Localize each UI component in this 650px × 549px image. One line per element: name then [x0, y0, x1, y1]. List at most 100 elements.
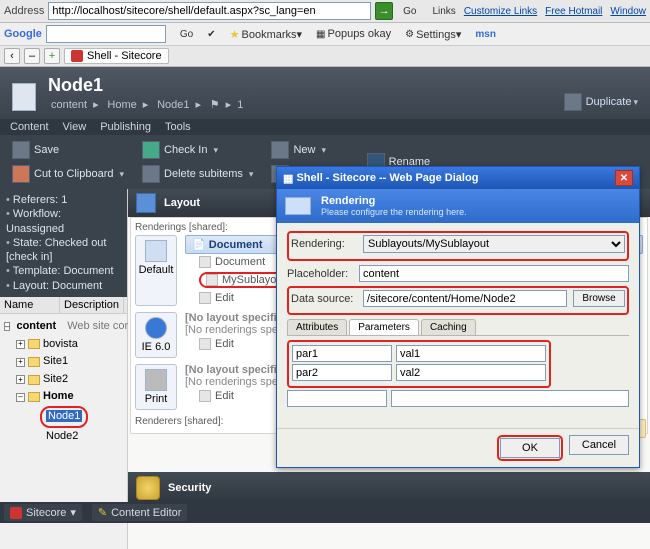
save-button[interactable]: Save — [8, 139, 128, 161]
checkin-button[interactable]: Check In — [138, 139, 257, 161]
scissors-icon — [12, 165, 30, 183]
go-button[interactable]: → — [375, 2, 393, 20]
tab-back-icon[interactable]: ‹ — [4, 48, 20, 64]
dialog-heading: Rendering — [321, 195, 467, 207]
new-button[interactable]: New — [267, 139, 352, 161]
browse-button[interactable]: Browse — [573, 290, 625, 307]
content-editor-tab[interactable]: ✎Content Editor — [92, 504, 188, 521]
device-print[interactable]: Print — [135, 364, 177, 410]
settings-menu[interactable]: ⚙ Settings▾ — [405, 28, 461, 41]
breadcrumb: content▸ Home▸ Node1▸ ⚑▸1 — [48, 98, 246, 111]
tree-col-desc[interactable]: Description — [60, 297, 124, 313]
datasource-input[interactable] — [363, 290, 567, 307]
monitor-icon — [145, 240, 167, 262]
abc-icon[interactable]: ✔ — [207, 29, 215, 40]
edit-icon — [199, 390, 211, 402]
link-hotmail[interactable]: Free Hotmail — [545, 6, 602, 17]
link-customize[interactable]: Customize Links — [464, 6, 537, 17]
param-key-input[interactable] — [292, 364, 392, 381]
tab-active[interactable]: Shell - Sitecore — [64, 48, 169, 64]
rendering-dialog: ▦ Shell - Sitecore -- Web Page Dialog ✕ … — [276, 166, 640, 468]
rendering-select[interactable]: Sublayouts/MySublayout — [363, 235, 625, 253]
tab-caching[interactable]: Caching — [421, 319, 476, 335]
sitecore-menu[interactable]: Sitecore▾ — [4, 504, 82, 521]
menu-view[interactable]: View — [63, 121, 87, 133]
folder-icon — [28, 357, 40, 367]
ok-button[interactable]: OK — [500, 438, 560, 458]
dialog-app-icon: ▦ — [283, 172, 293, 185]
clipboard-button[interactable]: Cut to Clipboard — [8, 163, 128, 185]
address-label: Address — [4, 5, 44, 17]
save-icon — [12, 141, 30, 159]
device-ie6[interactable]: IE 6.0 — [135, 312, 177, 358]
checkin-icon — [142, 141, 160, 159]
tab-attributes[interactable]: Attributes — [287, 319, 347, 335]
folder-icon — [28, 375, 40, 385]
param-val-input[interactable] — [391, 390, 629, 407]
device-default[interactable]: Default — [135, 235, 177, 306]
printer-icon — [145, 369, 167, 391]
doc-icon — [199, 256, 211, 268]
google-go[interactable]: Go — [180, 29, 193, 40]
tab-title: Shell - Sitecore — [87, 50, 162, 62]
edit-icon — [199, 292, 211, 304]
menu-content[interactable]: Content — [10, 121, 49, 133]
new-icon — [271, 141, 289, 159]
folder-icon — [28, 339, 40, 349]
link-window[interactable]: Window — [610, 6, 646, 17]
delete-icon — [142, 165, 160, 183]
popups-status[interactable]: ▦ Popups okay — [316, 28, 391, 40]
tree-item[interactable]: +Site2 — [16, 371, 123, 389]
menubar: Content View Publishing Tools — [0, 119, 650, 135]
flag-icon: ⚑ — [210, 99, 220, 111]
folder-icon — [28, 392, 40, 402]
tree-home[interactable]: –Home — [16, 388, 123, 406]
sitecore-icon — [71, 50, 83, 62]
placeholder-input[interactable] — [359, 265, 629, 282]
layout-icon — [136, 193, 156, 213]
tab-parameters[interactable]: Parameters — [349, 319, 419, 335]
delete-subitems-button[interactable]: Delete subitems — [138, 163, 257, 185]
bookmarks-menu[interactable]: ★Bookmarks▾ — [230, 28, 302, 41]
page-icon — [12, 83, 36, 111]
security-section-header[interactable]: Security — [128, 472, 650, 504]
lock-icon — [136, 476, 160, 500]
page-title: Node1 — [48, 75, 246, 96]
sublayout-icon — [206, 274, 218, 286]
menu-tools[interactable]: Tools — [165, 121, 191, 133]
google-brand: Google — [4, 28, 42, 40]
links-label: Links — [432, 6, 455, 17]
param-val-input[interactable] — [396, 364, 546, 381]
dialog-subheading: Please configure the rendering here. — [321, 207, 467, 217]
ie-icon — [145, 317, 167, 339]
datasource-label: Data source: — [291, 293, 357, 305]
content-tree: –contentWeb site content. +bovista +Site… — [0, 314, 127, 449]
google-search-input[interactable] — [46, 25, 166, 43]
tree-node2[interactable]: Node2 — [40, 428, 123, 446]
dialog-title: Shell - Sitecore -- Web Page Dialog — [296, 172, 478, 184]
cancel-button[interactable]: Cancel — [569, 435, 629, 455]
tree-node1[interactable]: Node1 — [40, 406, 123, 428]
placeholder-label: Placeholder: — [287, 268, 353, 280]
tree-item[interactable]: +Site1 — [16, 353, 123, 371]
close-icon[interactable]: ✕ — [615, 170, 633, 186]
sitecore-icon — [10, 507, 22, 519]
menu-publishing[interactable]: Publishing — [100, 121, 151, 133]
msn-logo: msn — [475, 29, 496, 40]
param-val-input[interactable] — [396, 345, 546, 362]
go-label: Go — [403, 6, 416, 17]
edit-icon — [199, 338, 211, 350]
tab-new-icon[interactable]: + — [44, 48, 60, 64]
tree-item[interactable]: +bovista — [16, 336, 123, 354]
rendering-label: Rendering: — [291, 238, 357, 250]
item-status: Referers: 1 Workflow: Unassigned State: … — [0, 189, 127, 297]
param-key-input[interactable] — [287, 390, 387, 407]
tree-root[interactable]: –contentWeb site content. — [4, 318, 123, 336]
rendering-icon — [285, 197, 311, 215]
address-input[interactable] — [48, 2, 371, 20]
tree-col-name[interactable]: Name — [0, 297, 60, 313]
param-key-input[interactable] — [292, 345, 392, 362]
duplicate-icon — [564, 93, 582, 111]
duplicate-button[interactable]: Duplicate — [564, 93, 638, 111]
tab-dash-icon[interactable]: – — [24, 48, 40, 64]
